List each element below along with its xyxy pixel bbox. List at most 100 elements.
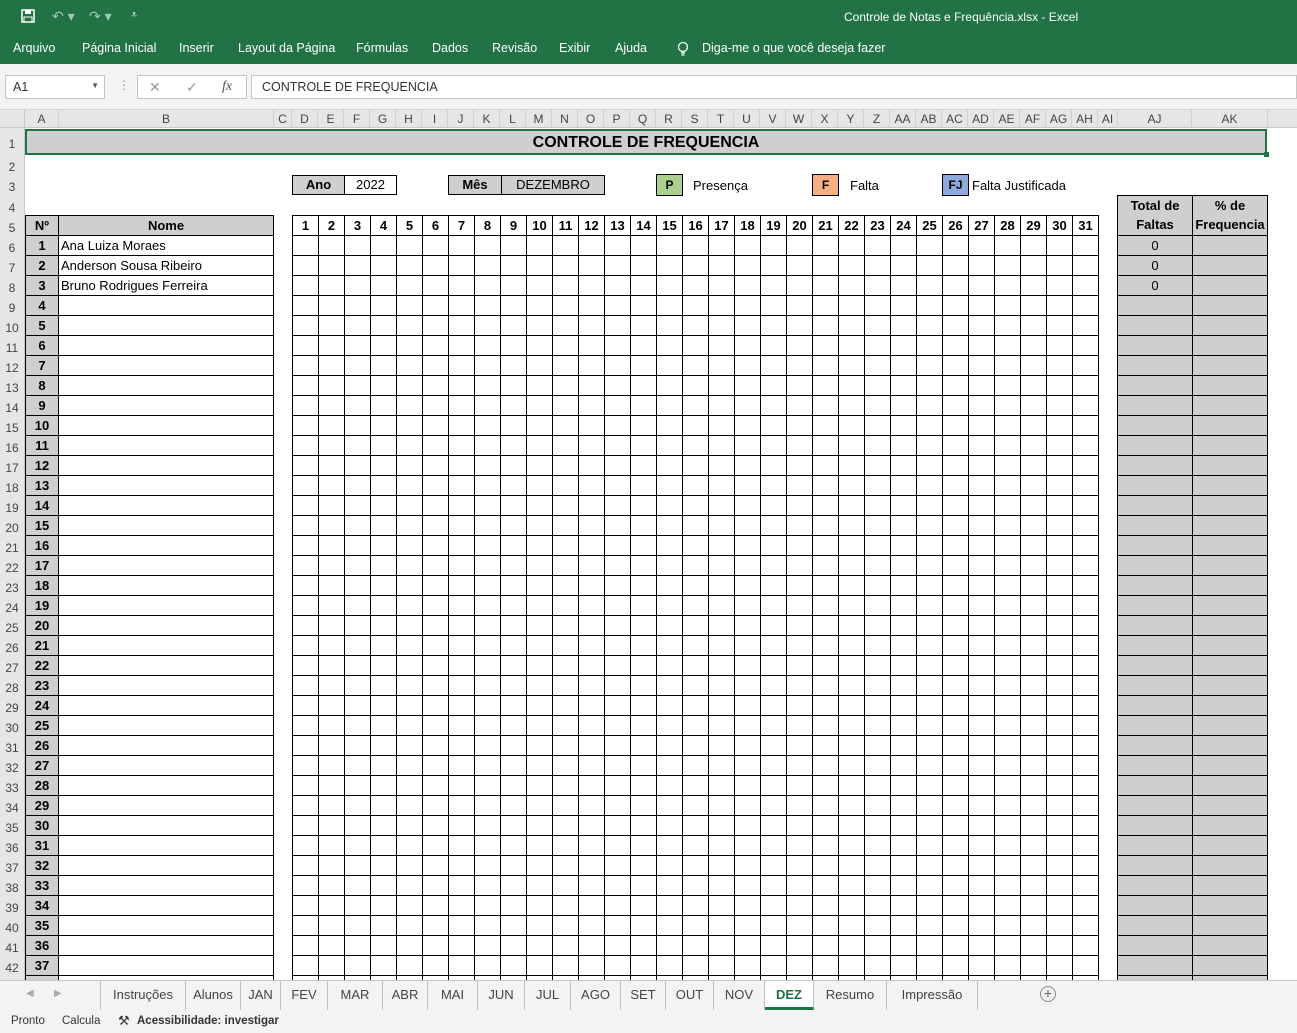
attendance-cell[interactable] xyxy=(630,315,657,336)
attendance-cell[interactable] xyxy=(994,395,1021,416)
attendance-cell[interactable] xyxy=(968,915,995,936)
attendance-cell[interactable] xyxy=(500,755,527,776)
attendance-cell[interactable] xyxy=(448,555,475,576)
attendance-cell[interactable] xyxy=(916,815,943,836)
row-header[interactable]: 30 xyxy=(0,715,24,735)
attendance-cell[interactable] xyxy=(474,235,501,256)
tab-alunos[interactable]: Alunos xyxy=(186,981,241,1010)
attendance-cell[interactable] xyxy=(604,895,631,916)
attendance-cell[interactable] xyxy=(448,375,475,396)
attendance-cell[interactable] xyxy=(1020,455,1047,476)
attendance-cell[interactable] xyxy=(1046,535,1073,556)
attendance-cell[interactable] xyxy=(838,435,865,456)
attendance-cell[interactable] xyxy=(786,535,813,556)
attendance-cell[interactable] xyxy=(838,315,865,336)
attendance-cell[interactable] xyxy=(890,335,917,356)
attendance-cell[interactable] xyxy=(500,315,527,336)
attendance-cell[interactable] xyxy=(578,395,605,416)
attendance-cell[interactable] xyxy=(292,895,319,916)
attendance-cell[interactable] xyxy=(318,775,345,796)
attendance-cell[interactable] xyxy=(1072,315,1099,336)
attendance-cell[interactable] xyxy=(474,375,501,396)
attendance-cell[interactable] xyxy=(760,595,787,616)
attendance-cell[interactable] xyxy=(760,615,787,636)
attendance-cell[interactable] xyxy=(318,815,345,836)
attendance-cell[interactable] xyxy=(786,635,813,656)
tab-scroll-left-icon[interactable]: ◀ xyxy=(26,988,34,999)
attendance-cell[interactable] xyxy=(994,295,1021,316)
attendance-cell[interactable] xyxy=(708,715,735,736)
attendance-cell[interactable] xyxy=(916,415,943,436)
attendance-cell[interactable] xyxy=(526,955,553,976)
attendance-cell[interactable] xyxy=(890,715,917,736)
attendance-cell[interactable] xyxy=(812,735,839,756)
attendance-cell[interactable] xyxy=(916,895,943,916)
attendance-cell[interactable] xyxy=(656,775,683,796)
attendance-cell[interactable] xyxy=(994,275,1021,296)
attendance-cell[interactable] xyxy=(630,535,657,556)
attendance-cell[interactable] xyxy=(630,675,657,696)
column-header[interactable]: AI xyxy=(1098,110,1118,128)
attendance-cell[interactable] xyxy=(422,855,449,876)
attendance-cell[interactable] xyxy=(682,375,709,396)
attendance-cell[interactable] xyxy=(1020,635,1047,656)
attendance-cell[interactable] xyxy=(942,915,969,936)
attendance-cell[interactable] xyxy=(682,895,709,916)
attendance-cell[interactable] xyxy=(604,935,631,956)
attendance-cell[interactable] xyxy=(474,575,501,596)
attendance-cell[interactable] xyxy=(1046,695,1073,716)
attendance-cell[interactable] xyxy=(760,295,787,316)
attendance-cell[interactable] xyxy=(708,415,735,436)
attendance-cell[interactable] xyxy=(552,715,579,736)
attendance-cell[interactable] xyxy=(630,895,657,916)
attendance-cell[interactable] xyxy=(864,915,891,936)
tab-jun[interactable]: JUN xyxy=(478,981,525,1010)
student-name[interactable] xyxy=(58,855,274,876)
attendance-cell[interactable] xyxy=(890,235,917,256)
attendance-cell[interactable] xyxy=(682,515,709,536)
attendance-cell[interactable] xyxy=(552,695,579,716)
attendance-cell[interactable] xyxy=(656,535,683,556)
attendance-cell[interactable] xyxy=(552,455,579,476)
attendance-cell[interactable] xyxy=(630,255,657,276)
attendance-cell[interactable] xyxy=(552,575,579,596)
attendance-cell[interactable] xyxy=(968,955,995,976)
attendance-cell[interactable] xyxy=(552,315,579,336)
attendance-cell[interactable] xyxy=(1020,375,1047,396)
attendance-cell[interactable] xyxy=(942,855,969,876)
attendance-cell[interactable] xyxy=(474,875,501,896)
attendance-cell[interactable] xyxy=(630,755,657,776)
attendance-cell[interactable] xyxy=(734,855,761,876)
attendance-cell[interactable] xyxy=(474,655,501,676)
attendance-cell[interactable] xyxy=(396,355,423,376)
attendance-cell[interactable] xyxy=(422,235,449,256)
attendance-cell[interactable] xyxy=(838,655,865,676)
attendance-cell[interactable] xyxy=(370,695,397,716)
row-header[interactable]: 35 xyxy=(0,815,24,835)
attendance-cell[interactable] xyxy=(396,475,423,496)
attendance-cell[interactable] xyxy=(1046,735,1073,756)
attendance-cell[interactable] xyxy=(1046,935,1073,956)
attendance-cell[interactable] xyxy=(578,335,605,356)
attendance-cell[interactable] xyxy=(500,435,527,456)
attendance-cell[interactable] xyxy=(838,415,865,436)
attendance-cell[interactable] xyxy=(994,255,1021,276)
attendance-cell[interactable] xyxy=(344,875,371,896)
attendance-cell[interactable] xyxy=(760,775,787,796)
attendance-cell[interactable] xyxy=(942,515,969,536)
attendance-cell[interactable] xyxy=(448,255,475,276)
attendance-cell[interactable] xyxy=(526,315,553,336)
attendance-cell[interactable] xyxy=(448,815,475,836)
attendance-cell[interactable] xyxy=(968,575,995,596)
attendance-cell[interactable] xyxy=(916,855,943,876)
attendance-cell[interactable] xyxy=(1072,515,1099,536)
attendance-cell[interactable] xyxy=(552,635,579,656)
attendance-cell[interactable] xyxy=(760,695,787,716)
attendance-cell[interactable] xyxy=(344,855,371,876)
attendance-cell[interactable] xyxy=(682,235,709,256)
attendance-cell[interactable] xyxy=(370,915,397,936)
attendance-cell[interactable] xyxy=(604,795,631,816)
attendance-cell[interactable] xyxy=(890,935,917,956)
student-name[interactable] xyxy=(58,775,274,796)
attendance-cell[interactable] xyxy=(344,935,371,956)
